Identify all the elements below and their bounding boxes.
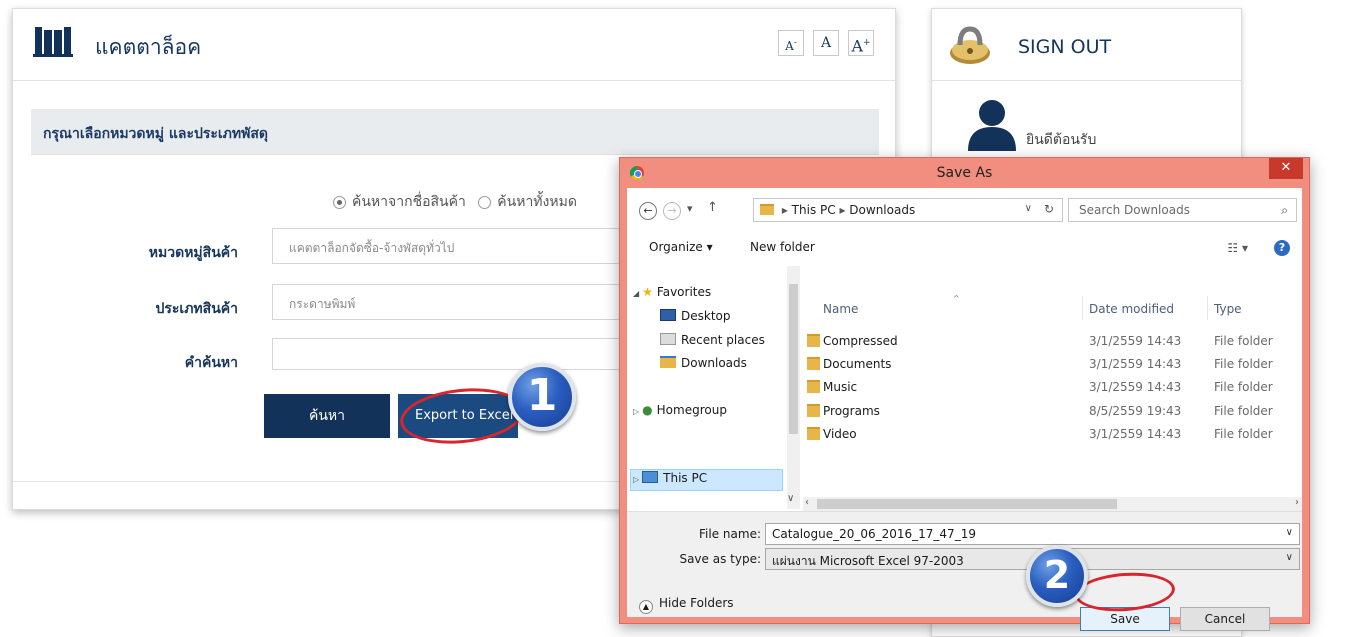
welcome-text: ยินดีต้อนรับ	[1026, 132, 1097, 148]
page-title: แคตตาล็อค	[95, 35, 202, 59]
nav-item-downloads[interactable]: Downloads	[660, 356, 747, 370]
search-placeholder: Search Downloads	[1079, 203, 1190, 217]
search-downloads-input[interactable]: Search Downloads ⌕	[1068, 198, 1297, 222]
recent-places-icon	[660, 333, 676, 345]
recent-locations-chevron-icon[interactable]: ▾	[687, 202, 693, 215]
save-options-area: File name: Catalogue_20_06_2016_17_47_19…	[627, 511, 1302, 617]
cancel-button[interactable]: Cancel	[1180, 607, 1270, 631]
address-bar[interactable]: ▸ This PC ▸ Downloads ∨ ↻	[753, 198, 1063, 222]
nav-pane-scroll-down-icon[interactable]: ∨	[787, 493, 794, 504]
refresh-icon[interactable]: ↻	[1044, 202, 1054, 216]
dialog-toolbar: Organize ▾ New folder ☷ ▾ ?	[627, 236, 1302, 262]
radio-all[interactable]	[478, 195, 492, 209]
homegroup-icon: ●	[642, 403, 653, 417]
folder-icon	[807, 334, 820, 347]
keyword-input[interactable]	[272, 338, 632, 370]
file-row[interactable]: Compressed 3/1/2559 14:43 File folder	[803, 330, 1302, 352]
star-icon: ★	[642, 285, 653, 299]
radio-all-label: ค้นหาทั้งหมด	[497, 194, 577, 210]
signout-link[interactable]: SIGN OUT	[1018, 36, 1111, 58]
address-dropdown-icon[interactable]: ∨	[1025, 203, 1032, 214]
file-row[interactable]: Programs 8/5/2559 19:43 File folder	[803, 400, 1302, 422]
folder-icon	[807, 357, 820, 370]
nav-item-desktop[interactable]: Desktop	[660, 309, 731, 323]
step-badge-1: 1	[508, 363, 576, 431]
signout-header: SIGN OUT	[932, 9, 1241, 81]
font-normal-button[interactable]: A	[813, 30, 839, 56]
column-name[interactable]: Name	[823, 302, 858, 316]
catalog-header: แคตตาล็อค A- A A+	[13, 9, 895, 81]
breadcrumb-downloads[interactable]: Downloads	[849, 203, 915, 217]
save-type-dropdown-icon[interactable]: ∨	[1286, 552, 1293, 563]
forward-arrow-icon[interactable]: →	[663, 202, 681, 220]
step-badge-2: 2	[1026, 545, 1088, 607]
save-as-dialog: Save As ✕ ← → ▾ ↑ ▸ This PC ▸ Downloads …	[619, 157, 1310, 631]
downloads-icon	[660, 356, 676, 368]
file-row[interactable]: Documents 3/1/2559 14:43 File folder	[803, 353, 1302, 375]
column-date-modified[interactable]: Date modified	[1089, 302, 1174, 316]
dialog-title: Save As	[936, 165, 993, 181]
close-button[interactable]: ✕	[1269, 158, 1303, 179]
file-name-label: File name:	[699, 527, 761, 541]
font-increase-button[interactable]: A+	[848, 30, 874, 56]
breadcrumb-this-pc[interactable]: This PC	[792, 203, 836, 217]
scroll-right-icon[interactable]: ›	[1295, 497, 1299, 508]
back-arrow-icon[interactable]: ←	[639, 202, 657, 220]
sort-ascending-icon: ^	[953, 294, 960, 303]
file-name-dropdown-icon[interactable]: ∨	[1286, 527, 1293, 538]
dialog-body: ← → ▾ ↑ ▸ This PC ▸ Downloads ∨ ↻ Search…	[627, 188, 1302, 631]
nav-pane-scrollbar[interactable]	[787, 266, 800, 509]
nav-item-this-pc[interactable]: ▷ This PC	[633, 471, 707, 485]
folder-icon	[807, 380, 820, 393]
organize-menu[interactable]: Organize ▾	[649, 240, 713, 254]
search-icon: ⌕	[1281, 203, 1288, 217]
user-avatar-icon	[968, 100, 1016, 151]
horizontal-scrollbar[interactable]: ‹ ›	[803, 497, 1302, 511]
search-mode-radio-group: ค้นหาจากชื่อสินค้า ค้นหาทั้งหมด	[333, 191, 585, 213]
section-heading: กรุณาเลือกหมวดหมู่ และประเภทพัสดุ	[43, 126, 268, 142]
downloads-folder-icon	[760, 204, 774, 215]
nav-item-recent-places[interactable]: Recent places	[660, 333, 765, 347]
section-heading-bar: กรุณาเลือกหมวดหมู่ และประเภทพัสดุ	[31, 109, 879, 155]
scroll-left-icon[interactable]: ‹	[805, 497, 809, 508]
category-label: หมวดหมู่สินค้า	[148, 245, 238, 261]
type-label: ประเภทสินค้า	[155, 301, 238, 317]
hide-folders-toggle[interactable]: ▲ Hide Folders	[639, 596, 734, 614]
nav-item-favorites[interactable]: ◢ ★ Favorites	[633, 285, 711, 299]
file-row[interactable]: Video 3/1/2559 14:43 File folder	[803, 423, 1302, 445]
type-select[interactable]: กระดาษพิมพ์	[272, 284, 632, 320]
save-type-label: Save as type:	[679, 552, 761, 566]
collapse-icon: ▲	[639, 600, 653, 614]
book-icon	[33, 27, 73, 57]
radio-product-name-label: ค้นหาจากชื่อสินค้า	[352, 194, 466, 210]
file-name-input[interactable]: Catalogue_20_06_2016_17_47_19 ∨	[765, 523, 1300, 545]
computer-icon	[642, 471, 659, 483]
help-icon[interactable]: ?	[1274, 240, 1290, 256]
view-options-icon[interactable]: ☷ ▾	[1227, 241, 1248, 255]
font-decrease-button[interactable]: A-	[778, 30, 804, 56]
lock-icon	[950, 26, 990, 64]
file-row[interactable]: Music 3/1/2559 14:43 File folder	[803, 376, 1302, 398]
folder-icon	[807, 427, 820, 440]
navigation-pane: ◢ ★ Favorites Desktop Recent places Downlo…	[627, 266, 800, 509]
desktop-icon	[660, 309, 676, 321]
keyword-label: คำค้นหา	[184, 355, 238, 371]
radio-product-name[interactable]	[333, 195, 346, 209]
up-arrow-icon[interactable]: ↑	[707, 200, 718, 215]
search-button[interactable]: ค้นหา	[264, 394, 390, 438]
dialog-titlebar: Save As ✕	[620, 158, 1309, 188]
navigation-bar: ← → ▾ ↑ ▸ This PC ▸ Downloads ∨ ↻ Search…	[627, 188, 1302, 232]
category-select[interactable]: แคตตาล็อกจัดซื้อ-จ้างพัสดุทั่วไป	[272, 228, 632, 264]
new-folder-button[interactable]: New folder	[750, 240, 815, 254]
file-list: ^ Name Date modified Type Compressed 3/1…	[803, 266, 1302, 509]
nav-item-homegroup[interactable]: ▷ ● Homegroup	[633, 403, 727, 417]
column-type[interactable]: Type	[1214, 302, 1242, 316]
folder-icon	[807, 404, 820, 417]
